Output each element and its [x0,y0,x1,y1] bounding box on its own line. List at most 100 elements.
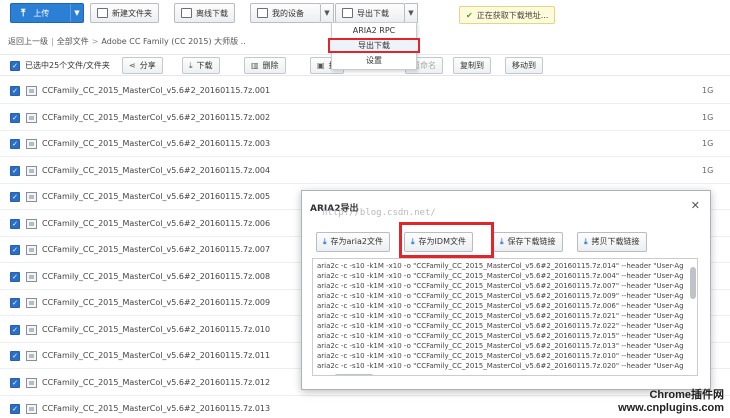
row-checkbox[interactable]: ✓ [10,86,20,96]
command-line: aria2c -c -s10 -k1M -x10 -o "CCFamily_CC… [317,352,684,360]
close-icon[interactable]: ✕ [691,199,700,212]
archive-file-icon [26,166,37,176]
status-toast: ✔ 正在获取下载地址... [459,6,556,24]
select-all[interactable]: ✓ 已选中25个文件/文件夹 [10,60,110,71]
file-name[interactable]: CCFamily_CC_2015_MasterCol_v5.6#2_201601… [42,378,270,387]
my-device-label: 我的设备 [272,8,304,18]
command-line: aria2c -c -s10 -k1M -x10 -o "CCFamily_CC… [317,322,684,330]
command-line: aria2c -c -s10 -k1M -x10 -o "CCFamily_CC… [317,292,684,300]
row-checkbox[interactable]: ✓ [10,192,20,202]
row-checkbox[interactable]: ✓ [10,139,20,149]
file-row[interactable]: ✓ CCFamily_CC_2015_MasterCol_v5.6#2_20160… [0,78,730,104]
breadcrumb-chevron-icon: > [91,37,99,46]
push-icon: ▣ [317,61,325,70]
export-download-button[interactable]: 导出下载 [335,3,405,23]
breadcrumb-back-link[interactable]: 返回上一级 [8,37,48,46]
breadcrumb-separator: | [51,37,54,46]
menu-item-settings[interactable]: 设置 [332,53,416,68]
file-name[interactable]: CCFamily_CC_2015_MasterCol_v5.6#2_201601… [42,139,270,148]
command-line: aria2c -c -s10 -k1M -x10 -o "CCFamily_CC… [317,332,684,340]
file-name[interactable]: CCFamily_CC_2015_MasterCol_v5.6#2_201601… [42,298,270,307]
breadcrumb-all-files-link[interactable]: 全部文件 [57,37,89,46]
archive-file-icon [26,272,37,282]
file-row[interactable]: ✓ CCFamily_CC_2015_MasterCol_v5.6#2_20160… [0,158,730,184]
aria2-command-textarea[interactable]: aria2c -c -s10 -k1M -x10 -o "CCFamily_CC… [312,258,698,376]
trash-icon: ▥ [251,61,259,70]
highlight-frame [399,222,494,258]
my-device-dropdown-icon[interactable]: ▼ [321,3,334,23]
archive-file-icon [26,139,37,149]
delete-button[interactable]: ▥ 删除 [244,57,286,74]
file-size: 1G [702,166,714,175]
device-icon [257,8,268,18]
file-name[interactable]: CCFamily_CC_2015_MasterCol_v5.6#2_201601… [42,192,270,201]
branding-line1: Chrome插件网 [649,389,724,401]
upload-button[interactable]: ⤒ 上传 ▼ [10,3,84,23]
row-checkbox[interactable]: ✓ [10,113,20,123]
file-size: 1G [702,139,714,148]
archive-file-icon [26,378,37,388]
file-name[interactable]: CCFamily_CC_2015_MasterCol_v5.6#2_201601… [42,325,270,334]
file-name[interactable]: CCFamily_CC_2015_MasterCol_v5.6#2_201601… [42,272,270,281]
copy-to-label: 复制到 [460,61,484,70]
new-folder-button[interactable]: 新建文件夹 [90,3,159,23]
row-checkbox[interactable]: ✓ [10,351,20,361]
offline-download-label: 离线下载 [196,8,228,18]
menu-item-aria2-rpc[interactable]: ARIA2 RPC [332,23,416,38]
vertical-scrollbar[interactable] [690,261,696,373]
file-name[interactable]: CCFamily_CC_2015_MasterCol_v5.6#2_201601… [42,113,270,122]
file-name[interactable]: CCFamily_CC_2015_MasterCol_v5.6#2_201601… [42,166,270,175]
file-name[interactable]: CCFamily_CC_2015_MasterCol_v5.6#2_201601… [42,404,270,413]
row-checkbox[interactable]: ✓ [10,378,20,388]
file-size: 1G [702,86,714,95]
file-size: 1G [702,113,714,122]
move-to-label: 移动到 [512,61,536,70]
menu-item-export-download[interactable]: 导出下载 [328,38,420,53]
archive-file-icon [26,245,37,255]
site-branding: Chrome插件网 www.cnplugins.com [618,386,724,414]
download-icon: ⤓ [189,61,193,70]
file-row[interactable]: ✓ CCFamily_CC_2015_MasterCol_v5.6#2_20160… [0,105,730,131]
share-icon: ⋖ [129,61,136,70]
row-checkbox[interactable]: ✓ [10,166,20,176]
folder-plus-icon [97,8,108,18]
copy-to-button[interactable]: 复制到 [453,57,491,74]
offline-download-icon [181,8,192,18]
save-download-links-button[interactable]: ⤓ 保存下载链接 [493,232,563,252]
file-row[interactable]: ✓ CCFamily_CC_2015_MasterCol_v5.6#2_20160… [0,131,730,157]
select-all-checkbox[interactable]: ✓ [10,60,20,71]
move-to-button[interactable]: 移动到 [505,57,543,74]
row-checkbox[interactable]: ✓ [10,325,20,335]
command-line: aria2c -c -s10 -k1M -x10 -o "CCFamily_CC… [317,342,684,350]
row-checkbox[interactable]: ✓ [10,404,20,414]
row-checkbox[interactable]: ✓ [10,219,20,229]
save-aria2-file-button[interactable]: ⤓ 存为aria2文件 [316,232,390,252]
save-links-label: 保存下载链接 [507,237,556,246]
row-checkbox[interactable]: ✓ [10,272,20,282]
file-name[interactable]: CCFamily_CC_2015_MasterCol_v5.6#2_201601… [42,351,270,360]
save-aria2-label: 存为aria2文件 [330,237,383,246]
archive-file-icon [26,351,37,361]
command-line: aria2c -c -s10 -k1M -x10 -o "CCFamily_CC… [317,302,684,310]
share-button[interactable]: ⋖ 分享 [122,57,163,74]
export-icon [342,8,353,18]
archive-file-icon [26,113,37,123]
copy-download-links-button[interactable]: ⤓ 拷贝下载链接 [577,232,647,252]
export-dropdown-icon[interactable]: ▼ [405,3,418,23]
download-button[interactable]: ⤓ 下载 [182,57,220,74]
command-line: aria2c -c -s10 -k1M -x10 -o "CCFamily_CC… [317,272,684,280]
watermark-text: http://blog.csdn.net/ [322,208,436,218]
file-name[interactable]: CCFamily_CC_2015_MasterCol_v5.6#2_201601… [42,219,270,228]
export-download-label: 导出下载 [357,8,389,18]
breadcrumb-current: Adobe CC Family (CC 2015) 大师版 .. [101,37,246,46]
scrollbar-thumb[interactable] [690,267,696,299]
horizontal-scrollbar[interactable] [335,374,373,375]
archive-file-icon [26,219,37,229]
my-device-button[interactable]: 我的设备 [250,3,321,23]
row-checkbox[interactable]: ✓ [10,245,20,255]
file-name[interactable]: CCFamily_CC_2015_MasterCol_v5.6#2_201601… [42,245,270,254]
upload-dropdown-arrow-icon[interactable]: ▼ [70,4,83,22]
file-name[interactable]: CCFamily_CC_2015_MasterCol_v5.6#2_201601… [42,86,270,95]
offline-download-button[interactable]: 离线下载 [174,3,235,23]
row-checkbox[interactable]: ✓ [10,298,20,308]
